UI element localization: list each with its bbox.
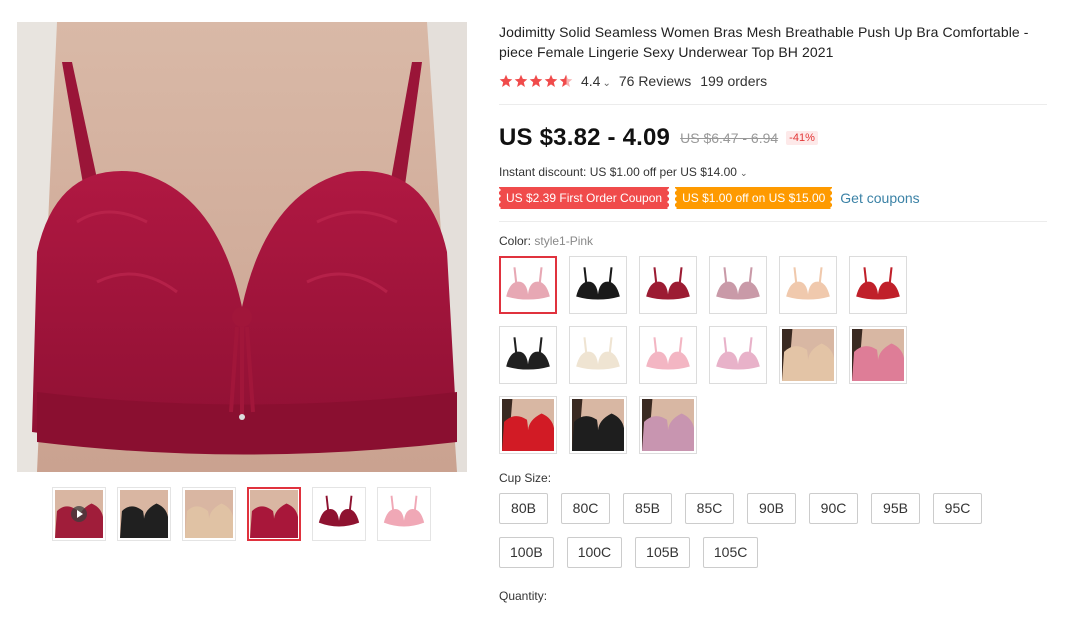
color-swatch-model-nude[interactable] (779, 326, 837, 384)
color-swatch-nude[interactable] (779, 256, 837, 314)
color-swatches (499, 256, 969, 454)
cup-size-option[interactable]: 100C (566, 537, 623, 568)
swatch-image (852, 259, 904, 311)
price-row: US $3.82 - 4.09 US $6.47 - 6.94 -41% (499, 123, 1051, 153)
thumbnail-image (185, 490, 233, 538)
color-swatch-mauve[interactable] (709, 256, 767, 314)
swatch-image (502, 259, 554, 311)
swatch-image (712, 259, 764, 311)
color-swatch-black-lace[interactable] (499, 326, 557, 384)
discount-badge: -41% (786, 131, 818, 145)
chevron-down-icon: ⌄ (602, 78, 611, 89)
cup-size-option[interactable]: 80C (561, 493, 610, 524)
divider (499, 104, 1047, 105)
divider (499, 221, 1047, 222)
cup-size-option[interactable]: 80B (499, 493, 548, 524)
swatch-image (782, 259, 834, 311)
swatch-image (572, 399, 624, 451)
star-icon (544, 74, 558, 87)
color-swatch-black[interactable] (569, 256, 627, 314)
thumbnail-image (55, 490, 103, 538)
thumbnail-image (120, 490, 168, 538)
swatch-image (572, 329, 624, 381)
cup-size-label: Cup Size: (499, 471, 552, 485)
cup-size-option[interactable]: 100B (499, 537, 554, 568)
orders-count: 199 orders (700, 73, 768, 89)
star-icon (529, 74, 543, 87)
thumbnail-black[interactable] (117, 487, 171, 541)
color-label-text: Color: (499, 234, 532, 248)
selected-color: style1-Pink (534, 234, 594, 248)
color-swatch-model-red[interactable] (499, 396, 557, 454)
color-swatch-model-black[interactable] (569, 396, 627, 454)
cup-size-option[interactable]: 90B (747, 493, 796, 524)
swatch-image (642, 259, 694, 311)
thumbnail-image (250, 490, 298, 538)
rating-row: 4.4 ⌄ 76 Reviews 199 orders (499, 71, 1051, 91)
swatch-image (642, 399, 694, 451)
current-price: US $3.82 - 4.09 (499, 124, 671, 151)
cup-size-option[interactable]: 95B (871, 493, 920, 524)
store-coupon[interactable]: US $1.00 off on US $15.00 (675, 187, 833, 209)
color-swatch-pale-pink[interactable] (709, 326, 767, 384)
thumbnail-video[interactable] (52, 487, 106, 541)
coupon-row: US $2.39 First Order Coupon US $1.00 off… (499, 187, 1051, 209)
thumbnail-nude[interactable] (182, 487, 236, 541)
star-icon (499, 74, 513, 87)
thumbnail-image (380, 490, 428, 538)
swatch-image (712, 329, 764, 381)
star-rating (499, 74, 573, 88)
thumbnail-strip (52, 487, 431, 541)
cup-size-option[interactable]: 90C (809, 493, 858, 524)
cup-size-option[interactable]: 85B (623, 493, 672, 524)
star-icon (514, 74, 528, 87)
instant-discount[interactable]: Instant discount: US $1.00 off per US $1… (499, 165, 1051, 181)
first-order-coupon[interactable]: US $2.39 First Order Coupon (499, 187, 670, 209)
product-title: Jodimitty Solid Seamless Women Bras Mesh… (499, 24, 1029, 60)
color-swatch-light-pink[interactable] (639, 326, 697, 384)
color-swatch-pink[interactable] (499, 256, 557, 314)
play-icon (71, 506, 87, 522)
cup-size-option[interactable]: 105B (635, 537, 690, 568)
thumbnail-pink-flat[interactable] (377, 487, 431, 541)
rating-dropdown[interactable]: 4.4 ⌄ (581, 73, 611, 89)
thumbnail-image (315, 490, 363, 538)
product-info: Jodimitty Solid Seamless Women Bras Mesh… (499, 22, 1051, 603)
cup-size-options: 80B 80C 85B 85C 90B 90C 95B 95C 100B 100C 105B 105C (499, 493, 1019, 568)
cup-size-option[interactable]: 95C (933, 493, 982, 524)
get-coupons-link[interactable]: Get coupons (840, 190, 919, 206)
rating-value: 4.4 (581, 73, 601, 89)
main-product-image[interactable] (17, 22, 467, 472)
reviews-link[interactable]: 76 Reviews (619, 73, 691, 89)
color-label: Color: style1-Pink (499, 234, 1051, 250)
color-swatch-red[interactable] (849, 256, 907, 314)
color-swatch-beige[interactable] (569, 326, 627, 384)
original-price: US $6.47 - 6.94 (680, 130, 779, 146)
thumbnail-wine[interactable] (247, 487, 301, 541)
thumbnail-wine-flat[interactable] (312, 487, 366, 541)
quantity-label: Quantity: (499, 589, 548, 603)
swatch-image (852, 329, 904, 381)
instant-discount-text: Instant discount: US $1.00 off per US $1… (499, 165, 737, 179)
swatch-image (572, 259, 624, 311)
color-swatch-model-mauve[interactable] (639, 396, 697, 454)
swatch-image (502, 329, 554, 381)
half-star-icon (559, 74, 573, 87)
color-swatch-model-pink[interactable] (849, 326, 907, 384)
swatch-image (642, 329, 694, 381)
chevron-down-icon: ⌄ (739, 168, 748, 178)
swatch-image (502, 399, 554, 451)
color-swatch-wine[interactable] (639, 256, 697, 314)
cup-size-option[interactable]: 85C (685, 493, 734, 524)
swatch-image (782, 329, 834, 381)
cup-size-option[interactable]: 105C (702, 537, 759, 568)
